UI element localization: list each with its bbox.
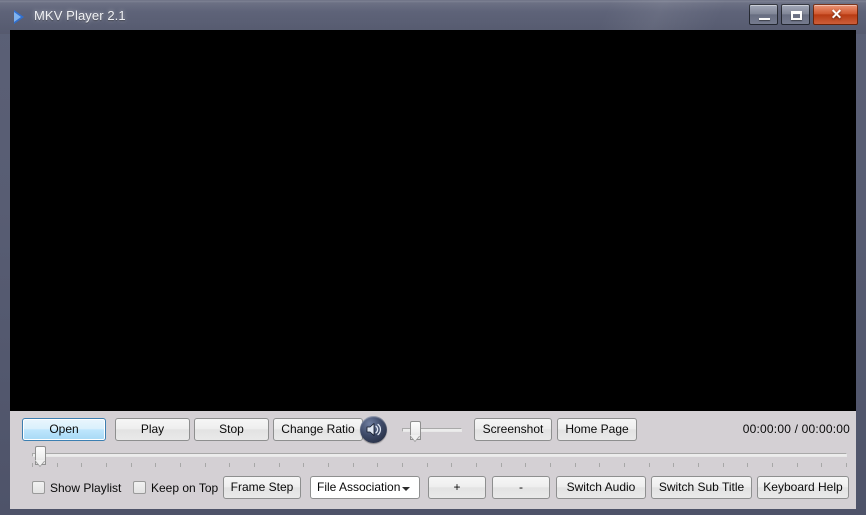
file-association-value: File Association — [317, 480, 401, 494]
play-triangle-icon — [11, 9, 27, 25]
window-title: MKV Player 2.1 — [34, 8, 126, 23]
minus-button[interactable]: - — [492, 476, 550, 499]
time-display: 00:00:00 / 00:00:00 — [742, 422, 850, 436]
stop-button[interactable]: Stop — [194, 418, 269, 441]
keep-on-top-checkbox[interactable] — [133, 481, 146, 494]
switch-sub-title-button[interactable]: Switch Sub Title — [651, 476, 752, 499]
maximize-icon — [791, 11, 802, 20]
home-page-button[interactable]: Home Page — [557, 418, 637, 441]
screenshot-button[interactable]: Screenshot — [474, 418, 552, 441]
seek-tick-marks — [32, 463, 847, 468]
minimize-icon — [759, 18, 770, 20]
keyboard-help-button[interactable]: Keyboard Help — [757, 476, 849, 499]
control-panel: Open Play Stop Change Ratio Screenshot H… — [10, 411, 856, 509]
window-controls: ✕ — [746, 4, 858, 25]
show-playlist-label: Show Playlist — [50, 481, 122, 495]
speaker-volume-icon[interactable] — [360, 416, 387, 443]
video-display-area[interactable] — [10, 30, 856, 411]
application-window: MKV Player 2.1 ✕ Open Play Stop Change R… — [0, 0, 866, 515]
frame-step-button[interactable]: Frame Step — [223, 476, 301, 499]
close-icon: ✕ — [830, 6, 843, 22]
plus-button[interactable]: + — [428, 476, 486, 499]
seek-slider-track[interactable] — [32, 453, 847, 457]
close-button[interactable]: ✕ — [813, 4, 858, 25]
volume-slider-thumb[interactable] — [410, 421, 421, 440]
play-button[interactable]: Play — [115, 418, 190, 441]
minimize-button[interactable] — [749, 4, 778, 25]
chevron-down-icon — [402, 487, 410, 491]
file-association-dropdown[interactable]: File Association — [310, 476, 420, 499]
switch-audio-button[interactable]: Switch Audio — [556, 476, 646, 499]
maximize-button[interactable] — [781, 4, 810, 25]
open-button[interactable]: Open — [22, 418, 106, 441]
title-bar[interactable]: MKV Player 2.1 ✕ — [0, 0, 866, 34]
show-playlist-checkbox[interactable] — [32, 481, 45, 494]
change-ratio-button[interactable]: Change Ratio — [273, 418, 363, 441]
keep-on-top-label: Keep on Top — [151, 481, 219, 495]
